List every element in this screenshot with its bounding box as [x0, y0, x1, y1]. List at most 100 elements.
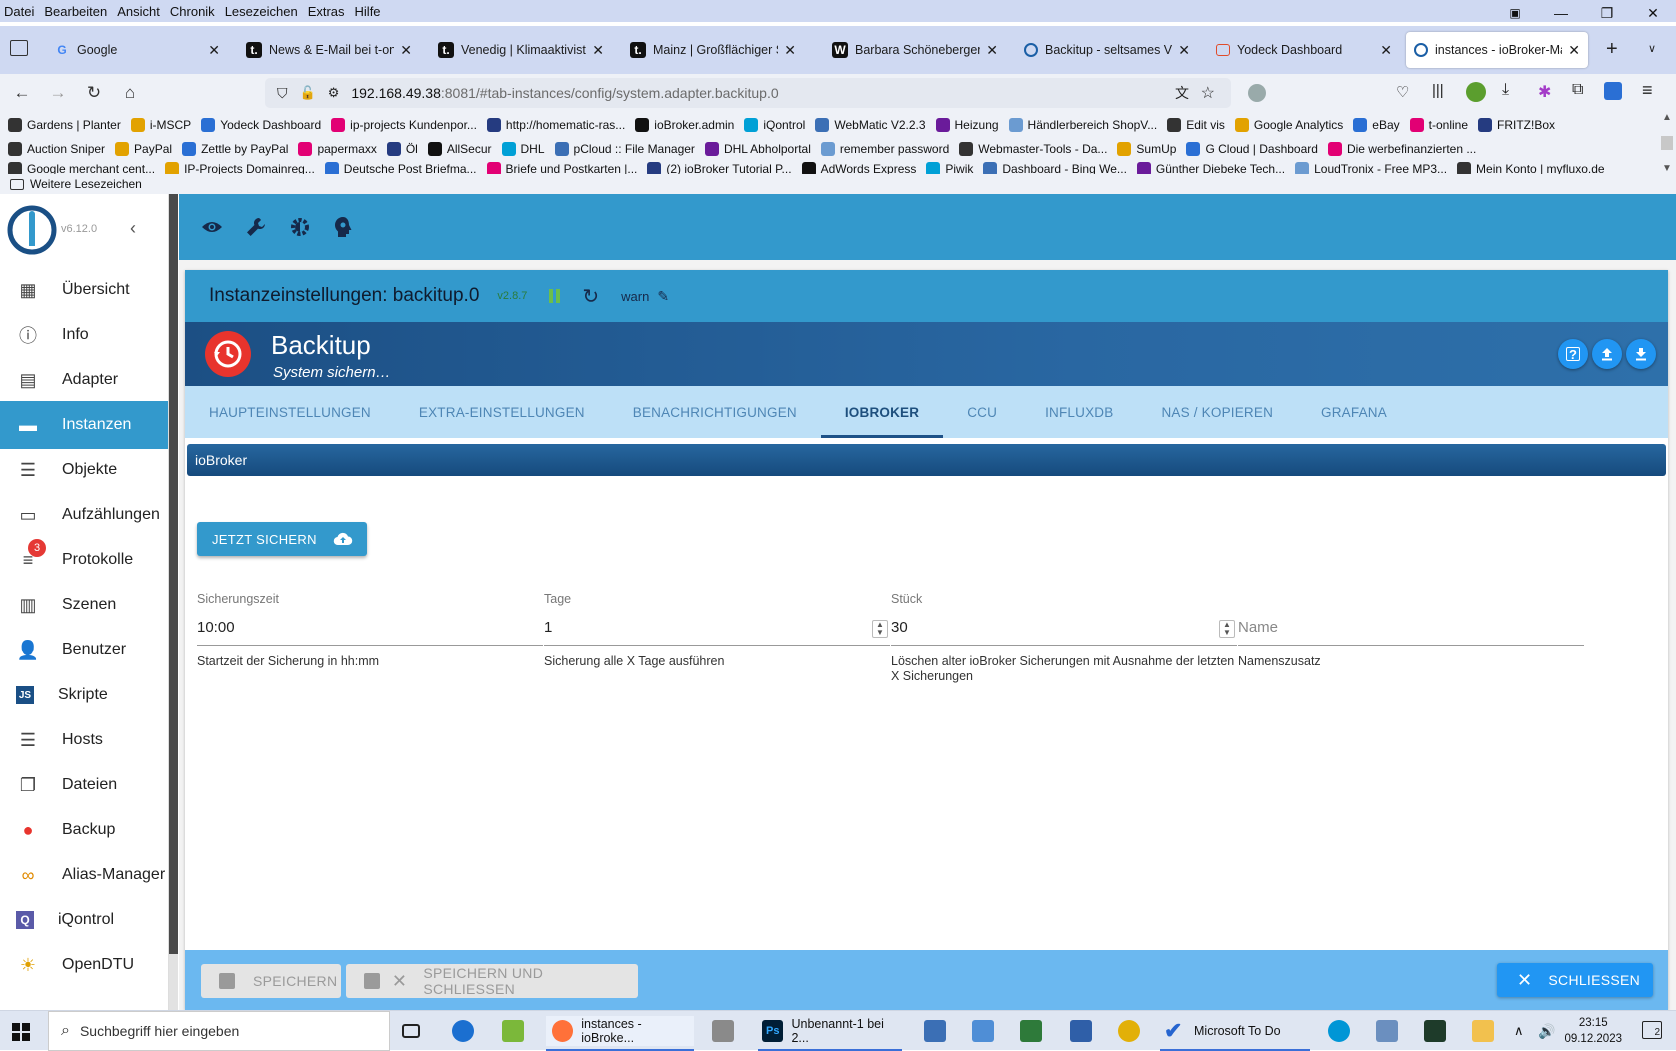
sidebar-item-adapter[interactable]: ▤ Adapter — [0, 356, 168, 404]
calculator-icon[interactable] — [972, 1016, 1002, 1046]
tab-haupteinstellungen[interactable]: HAUPTEINSTELLUNGEN — [185, 386, 395, 438]
browser-tab[interactable]: W Barbara Schöneberger: Gü ✕ — [824, 32, 1006, 68]
bookmark-row1-7[interactable]: WebMatic V2.2.3 — [815, 118, 926, 132]
sidebar-item-protokolle[interactable]: ≡ 3 Protokolle — [0, 536, 168, 584]
bookmark-row2-0[interactable]: Auction Sniper — [8, 142, 105, 156]
taskbar-firefox[interactable]: instances - ioBroke... — [546, 1016, 694, 1051]
bookmark-row1-5[interactable]: ioBroker.admin — [635, 118, 734, 132]
minimize-icon[interactable]: — — [1538, 5, 1584, 21]
bookmark-row3-4[interactable]: (2) ioBroker Tutorial P... — [647, 162, 792, 174]
sidebar-item-alias-manager[interactable]: ∞ Alias-Manager — [0, 851, 168, 899]
bookmark-row1-14[interactable]: FRITZ!Box — [1478, 118, 1555, 132]
bookmark-row3-6[interactable]: Piwik — [926, 162, 973, 174]
bookmark-row3-7[interactable]: Dashboard - Bing We... — [983, 162, 1127, 174]
menu-datei[interactable]: Datei — [0, 4, 39, 19]
extension-icon[interactable] — [1248, 84, 1266, 102]
notepad-icon[interactable] — [502, 1016, 532, 1046]
number-spinner-icon[interactable]: ▲ ▼ — [872, 620, 888, 638]
sidebar-item-hosts[interactable]: ☰ Hosts — [0, 716, 168, 764]
bookmark-row1-1[interactable]: i-MSCP — [130, 118, 191, 132]
head-profile-icon[interactable] — [331, 214, 357, 240]
sidebar-item-benutzer[interactable]: 👤 Benutzer — [0, 626, 168, 674]
iobroker-logo[interactable] — [6, 204, 58, 256]
eye-icon[interactable] — [199, 214, 225, 240]
app-icon[interactable] — [1118, 1016, 1148, 1046]
download-icon[interactable] — [1626, 339, 1656, 369]
sidebar-scrollbar[interactable] — [169, 194, 178, 1010]
help-icon[interactable]: ? — [1558, 339, 1588, 369]
bookmark-row3-0[interactable]: Google merchant cent... — [8, 162, 155, 174]
collapse-sidebar-icon[interactable]: ‹ — [130, 218, 136, 239]
sidebar-item-opendtu[interactable]: ☀ OpenDTU — [0, 941, 168, 989]
bookmark-row2-1[interactable]: PayPal — [115, 142, 172, 156]
bookmark-row1-2[interactable]: Yodeck Dashboard — [201, 118, 321, 132]
bookmark-row2-9[interactable]: remember password — [820, 142, 949, 156]
tab-overview-icon[interactable] — [10, 40, 28, 56]
permissions-icon[interactable]: ⚙ — [328, 85, 340, 101]
bookmark-row2-11[interactable]: SumUp — [1117, 142, 1176, 156]
taskbar-clock[interactable]: 23:15 09.12.2023 — [1564, 1015, 1622, 1047]
close-tab-icon[interactable]: ✕ — [986, 42, 998, 59]
field-input[interactable]: Name — [1238, 610, 1584, 646]
notification-icon[interactable]: 2 — [1642, 1021, 1662, 1039]
bookmark-row2-12[interactable]: G Cloud | Dashboard — [1186, 142, 1318, 156]
close-button[interactable]: ✕ SCHLIESSEN — [1497, 963, 1653, 997]
translate-icon[interactable]: 文 — [1175, 83, 1189, 103]
bookmark-row3-3[interactable]: Briefe und Postkarten |... — [486, 162, 637, 174]
chevron-up-icon[interactable]: ▲ — [1662, 112, 1672, 123]
wrench-icon[interactable] — [243, 214, 269, 240]
sidebar-item-übersicht[interactable]: ▦ Übersicht — [0, 266, 168, 314]
menu-chronik[interactable]: Chronik — [165, 4, 220, 19]
pause-icon[interactable] — [549, 289, 561, 303]
sidebar-item-skripte[interactable]: JS Skripte — [0, 671, 168, 719]
bookmark-row1-10[interactable]: Edit vis — [1167, 118, 1225, 132]
url-bar[interactable]: ⛉ 🔓 ⚙ 192.168.49.38:8081/#tab-instances/… — [265, 78, 1231, 108]
bookmark-row1-9[interactable]: Händlerbereich ShopV... — [1008, 118, 1157, 132]
tab-extra-einstellungen[interactable]: EXTRA-EINSTELLUNGEN — [395, 386, 609, 438]
calculator-like-icon[interactable] — [712, 1016, 742, 1046]
browser-tab[interactable]: t. Venedig | Klimaaktivisten ✕ — [430, 32, 612, 68]
close-window-icon[interactable]: ✕ — [1630, 5, 1676, 22]
chevron-down-icon[interactable]: ▼ — [1662, 163, 1672, 174]
save-button[interactable]: SPEICHERN — [201, 964, 341, 998]
shield-icon[interactable]: ⛉ — [277, 85, 288, 102]
log-level[interactable]: warn — [621, 289, 649, 304]
bookmark-row2-2[interactable]: Zettle by PayPal — [182, 142, 288, 156]
sidebar-item-aufzählungen[interactable]: ▭ Aufzählungen — [0, 491, 168, 539]
save-and-close-button[interactable]: ✕ SPEICHERN UND SCHLIESSEN — [346, 964, 638, 998]
browser-tab[interactable]: t. News & E-Mail bei t-online ✕ — [238, 32, 420, 68]
sidebar-item-info[interactable]: ⓘ Info — [0, 311, 168, 359]
close-tab-icon[interactable]: ✕ — [1178, 42, 1190, 59]
sidebar-item-iqontrol[interactable]: QiQontrol — [0, 896, 168, 944]
bookmark-row2-8[interactable]: DHL Abholportal — [704, 142, 811, 156]
browser-tab[interactable]: G Google ✕ — [46, 32, 228, 68]
bookmark-row2-5[interactable]: AllSecur — [427, 142, 492, 156]
menu-hamburger-icon[interactable]: ≡ — [1642, 80, 1653, 101]
tab-benachrichtigungen[interactable]: BENACHRICHTIGUNGEN — [609, 386, 821, 438]
taskbar-search[interactable]: ⌕ Suchbegriff hier eingeben — [48, 1011, 390, 1051]
tab-ccu[interactable]: CCU — [943, 386, 1021, 438]
sidebar-item-dateien[interactable]: ❐ Dateien — [0, 761, 168, 809]
taskbar-todo[interactable]: ✔ Microsoft To Do — [1160, 1016, 1310, 1051]
explorer-folder-icon[interactable] — [1472, 1016, 1502, 1046]
tab-nas-kopieren[interactable]: NAS / KOPIEREN — [1137, 386, 1297, 438]
bookmark-row1-0[interactable]: Gardens | Planter — [8, 118, 121, 132]
extension-purple-icon[interactable]: ✱ — [1538, 82, 1551, 102]
tray-chevron-icon[interactable]: ∧ — [1514, 1016, 1524, 1046]
hp-icon[interactable] — [1328, 1016, 1358, 1046]
volume-icon[interactable]: 🔊 — [1538, 1016, 1555, 1046]
number-spinner-icon[interactable]: ▲ ▼ — [1219, 620, 1235, 638]
bookmark-row1-3[interactable]: ip-projects Kundenpor... — [331, 118, 477, 132]
extensions-icon[interactable]: ⧉ — [1572, 81, 1583, 99]
bookmark-row2-10[interactable]: Webmaster-Tools - Da... — [959, 142, 1107, 156]
close-tab-icon[interactable]: ✕ — [208, 42, 220, 59]
windows-start-icon[interactable] — [12, 1023, 30, 1041]
field-input[interactable]: 30 ▲ ▼ — [891, 610, 1237, 646]
bookmark-row1-6[interactable]: iQontrol — [744, 118, 805, 132]
close-tab-icon[interactable]: ✕ — [784, 42, 796, 59]
extension-green-icon[interactable] — [1466, 82, 1486, 102]
restart-icon[interactable]: ↻ — [582, 284, 599, 309]
bookmark-row3-2[interactable]: Deutsche Post Briefma... — [324, 162, 477, 174]
forward-icon[interactable]: → — [40, 78, 76, 108]
edge-icon[interactable] — [452, 1016, 482, 1046]
